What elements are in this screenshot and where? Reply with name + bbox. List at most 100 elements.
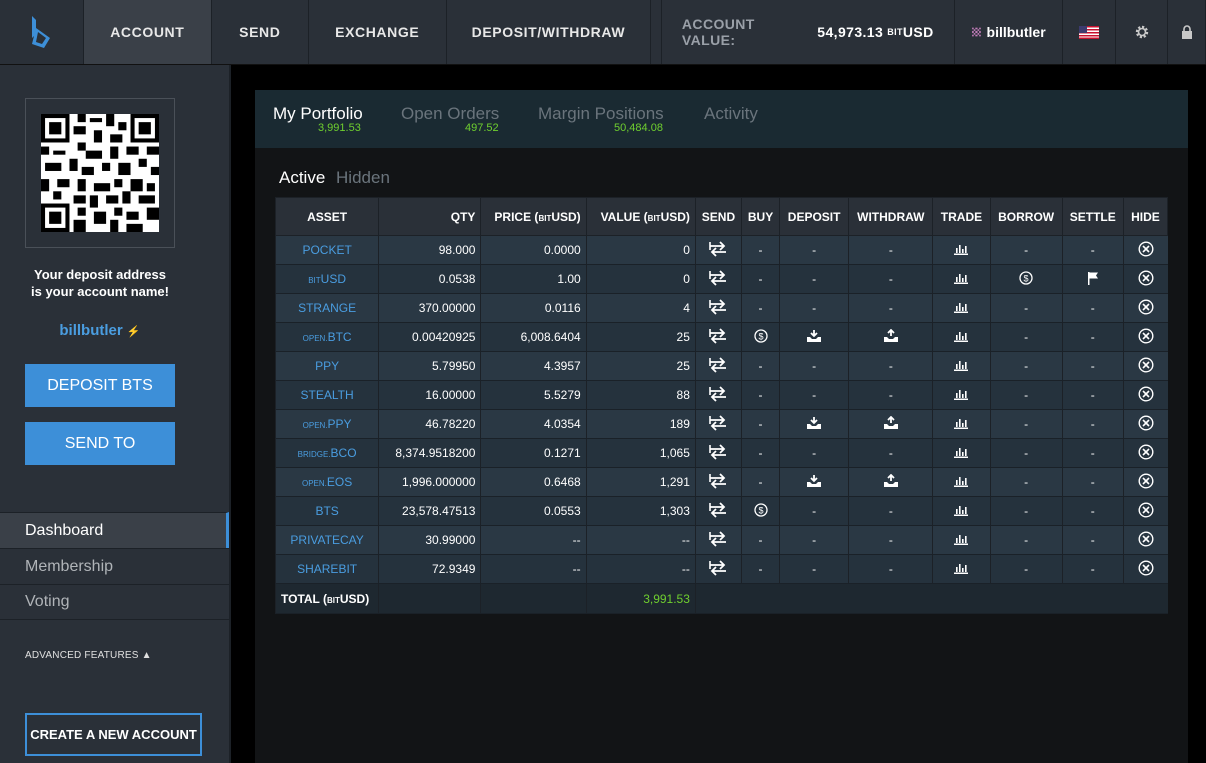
tab-margin-positions[interactable]: Margin Positions 50,484.08 [538,104,664,134]
withdraw-button[interactable] [848,467,933,497]
col-asset[interactable]: ASSET [274,197,380,236]
asset-name[interactable]: EOS [327,475,352,489]
asset-cell[interactable]: STRANGE [274,293,379,323]
send-button[interactable] [694,496,742,526]
trade-button[interactable] [932,322,991,352]
tab-activity[interactable]: Activity [704,104,758,124]
asset-cell[interactable]: OPEN.BTC [274,322,379,352]
language-selector[interactable] [1063,0,1117,64]
send-button[interactable] [694,293,742,323]
hide-button[interactable] [1122,409,1168,439]
bitshares-logo[interactable] [0,0,84,64]
lock-button[interactable] [1168,0,1206,64]
asset-name[interactable]: PPY [328,417,352,431]
trade-button[interactable] [932,235,991,265]
send-button[interactable] [694,467,742,497]
asset-name[interactable]: STEALTH [301,388,354,402]
asset-cell[interactable]: STEALTH [274,380,379,410]
settle-button-icon [1086,271,1100,288]
asset-name[interactable]: PPY [315,359,339,373]
send-button[interactable] [694,525,742,555]
advanced-features-toggle[interactable]: ADVANCED FEATURES ▲ [25,650,152,661]
deposit-button[interactable] [779,467,849,497]
asset-cell[interactable]: POCKET [274,235,379,265]
asset-cell[interactable]: OPEN.PPY [274,409,379,439]
buy-button[interactable]: $ [740,496,780,526]
hide-button[interactable] [1122,380,1168,410]
withdraw-button[interactable] [848,409,933,439]
hide-button[interactable] [1122,525,1168,555]
asset-cell[interactable]: SHAREBIT [274,554,379,584]
send-button[interactable] [694,235,742,265]
sidebar-item-voting[interactable]: Voting [0,584,229,620]
hide-button[interactable] [1122,293,1168,323]
borrow-button[interactable]: $ [989,264,1063,294]
hide-button[interactable] [1122,235,1168,265]
trade-button[interactable] [932,264,991,294]
hide-button[interactable] [1122,438,1168,468]
asset-cell[interactable]: OPEN.EOS [274,467,379,497]
send-button[interactable] [694,351,742,381]
deposit-button[interactable] [779,322,849,352]
trade-button[interactable] [932,380,991,410]
tab-open-orders[interactable]: Open Orders 497.52 [401,104,499,134]
asset-cell[interactable]: BITUSD [274,264,379,294]
asset-cell[interactable]: BTS [274,496,379,526]
send-button[interactable] [694,264,742,294]
send-button[interactable] [694,322,742,352]
asset-name[interactable]: SHAREBIT [297,562,357,576]
asset-name[interactable]: POCKET [302,243,351,257]
sidebar-item-membership[interactable]: Membership [0,548,229,584]
col-price[interactable]: PRICE (BITUSD) [480,197,587,236]
tab-my-portfolio[interactable]: My Portfolio 3,991.53 [273,104,363,134]
trade-button[interactable] [932,467,991,497]
settings-button[interactable] [1116,0,1169,64]
nav-account[interactable]: ACCOUNT [83,0,212,64]
settle-button[interactable] [1061,264,1124,294]
send-button[interactable] [694,438,742,468]
deposit-bts-button[interactable]: DEPOSIT BTS [25,364,175,407]
deposit-button[interactable] [779,409,849,439]
asset-name[interactable]: PRIVATECAY [290,533,363,547]
send-button[interactable] [694,554,742,584]
hide-button[interactable] [1122,496,1168,526]
trade-button[interactable] [932,525,991,555]
nav-deposit-withdraw[interactable]: DEPOSIT/WITHDRAW [447,0,651,64]
asset-name[interactable]: BTC [328,330,352,344]
create-account-button[interactable]: CREATE A NEW ACCOUNT [25,713,202,756]
asset-name[interactable]: USD [321,272,346,286]
asset-name[interactable]: BTS [315,504,338,518]
col-qty[interactable]: QTY [378,197,482,236]
subtab-active[interactable]: Active [279,168,325,187]
trade-button[interactable] [932,351,991,381]
withdraw-button[interactable] [848,322,933,352]
hide-button[interactable] [1122,322,1168,352]
asset-cell[interactable]: PRIVATECAY [274,525,379,555]
col-deposit: DEPOSIT [779,197,850,236]
account-name[interactable]: billbutler ⚡ [0,322,200,339]
send-button[interactable] [694,380,742,410]
trade-button[interactable] [932,438,991,468]
subtab-hidden[interactable]: Hidden [336,168,390,187]
asset-cell[interactable]: PPY [274,351,379,381]
account-selector[interactable]: billbutler [955,0,1063,64]
trade-button[interactable] [932,409,991,439]
hide-button[interactable] [1122,554,1168,584]
hide-button[interactable] [1122,467,1168,497]
buy-button[interactable]: $ [740,322,780,352]
nav-send[interactable]: SEND [212,0,309,64]
hide-button[interactable] [1122,264,1168,294]
send-button[interactable] [694,409,742,439]
trade-button[interactable] [932,554,991,584]
empty-cell: - [848,438,933,468]
asset-cell[interactable]: BRIDGE.BCO [274,438,379,468]
hide-button[interactable] [1122,351,1168,381]
trade-button[interactable] [932,293,991,323]
asset-name[interactable]: BCO [331,446,357,460]
send-to-button[interactable]: SEND TO [25,422,175,465]
sidebar-item-dashboard[interactable]: Dashboard [0,512,229,548]
nav-exchange[interactable]: EXCHANGE [309,0,447,64]
trade-button[interactable] [932,496,991,526]
asset-name[interactable]: STRANGE [298,301,356,315]
col-value[interactable]: VALUE (BITUSD) [585,197,696,236]
